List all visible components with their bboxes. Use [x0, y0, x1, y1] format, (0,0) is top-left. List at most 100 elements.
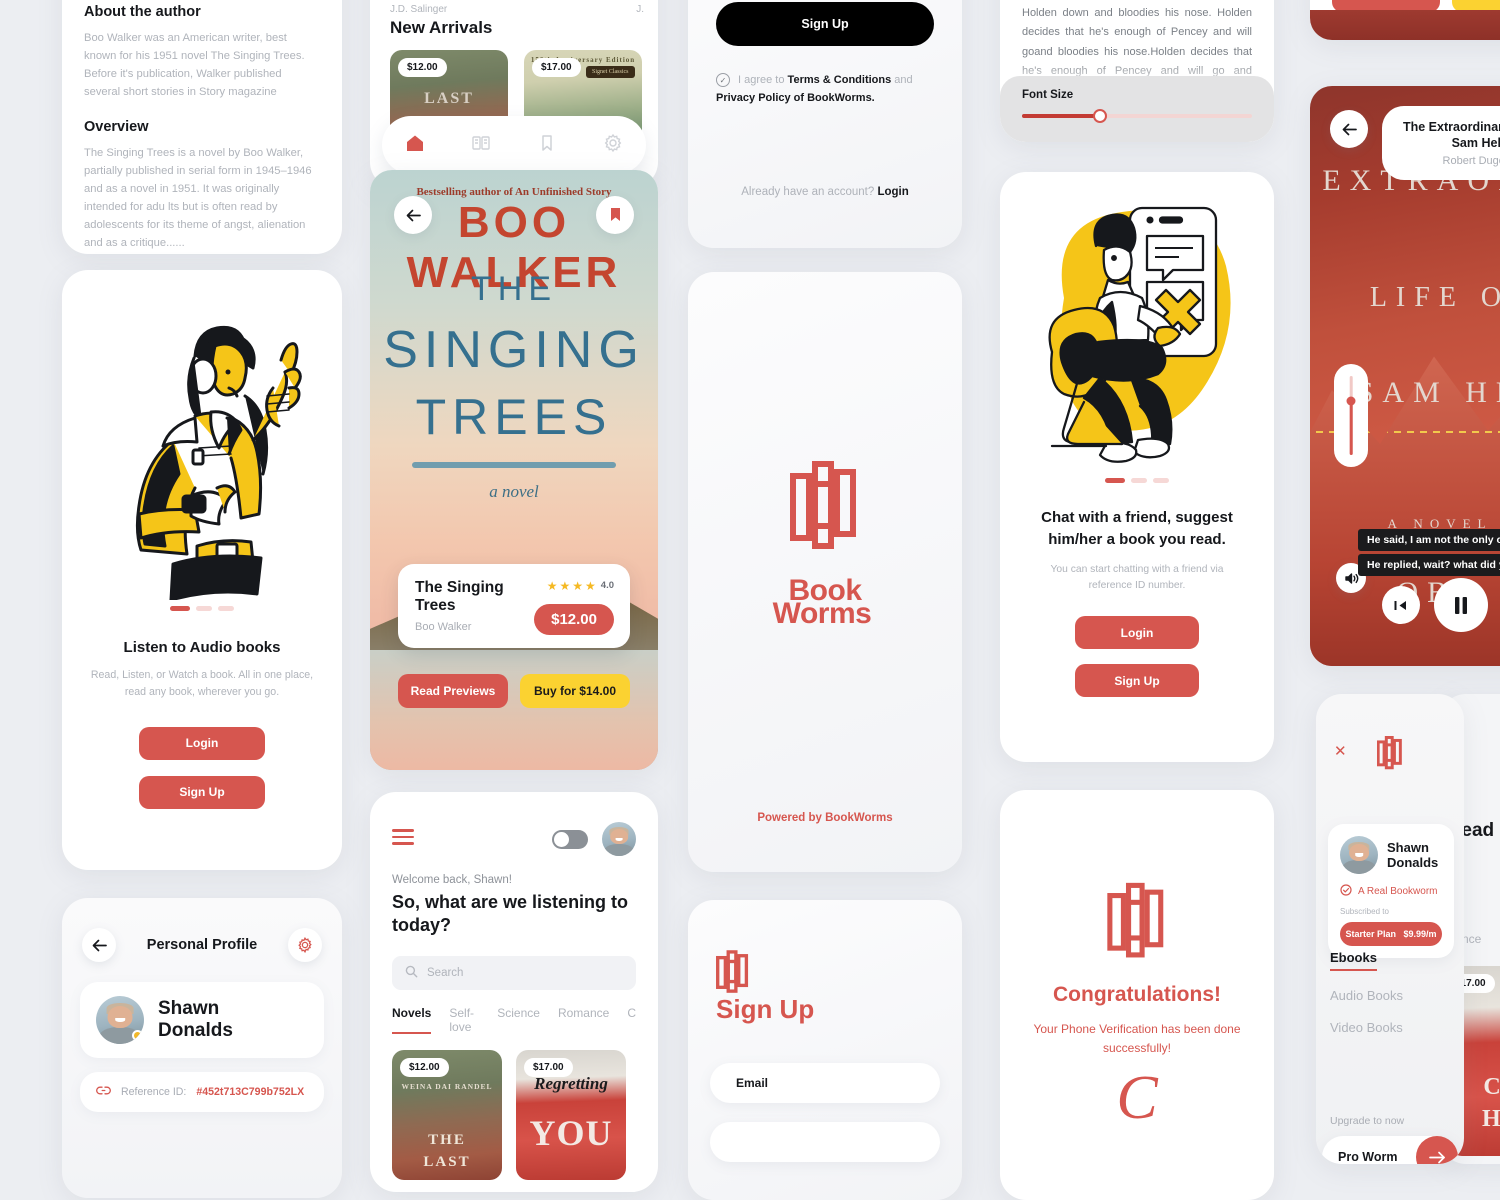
bookmark-icon[interactable]: [537, 133, 557, 158]
category-tabs[interactable]: Novels Self-love Science Romance C: [370, 990, 658, 1034]
buy-button[interactable]: Buy for $14.00: [520, 674, 630, 708]
personal-profile-card: Personal Profile Shawn Donalds Reference…: [62, 898, 342, 1198]
volume-knob[interactable]: [1346, 396, 1356, 406]
profile-name-line2: Donalds: [158, 1020, 233, 1041]
tab-science[interactable]: Science: [497, 1006, 540, 1034]
slider-knob[interactable]: [1093, 109, 1108, 123]
back-button[interactable]: [82, 928, 116, 962]
signup-agreement-card: Sign Up ✓ I agree to Terms & Conditions …: [688, 0, 962, 248]
tab-novels[interactable]: Novels: [392, 1006, 432, 1034]
new-arrivals-heading: New Arrivals: [390, 18, 493, 37]
congrats-script: C: [1116, 1064, 1158, 1133]
nav-item-ebooks[interactable]: Ebooks: [1330, 950, 1377, 971]
drawer-nav: Ebooks Audio Books Video Books: [1330, 949, 1403, 1052]
login-button[interactable]: Login: [139, 726, 265, 760]
pause-icon[interactable]: [1434, 578, 1488, 632]
upgrade-plan-name: Pro Worm: [1338, 1150, 1398, 1164]
book-badge: Signet Classics: [586, 66, 635, 78]
plan-pill[interactable]: Starter Plan $9.99/m: [1340, 922, 1442, 946]
drawer-user-name-line1: Shawn: [1387, 839, 1429, 855]
tab-self-love[interactable]: Self-love: [449, 1006, 479, 1034]
book-info-card: The Singing Trees Boo Walker ★ ★ ★ ★ 4.0…: [398, 563, 630, 648]
book-cover-title-2: LAST: [423, 1153, 471, 1170]
book-cover-title: Regretting: [534, 1073, 608, 1093]
signup-title: Sign Up: [716, 994, 815, 1024]
avatar[interactable]: [602, 822, 636, 856]
read-previews-button[interactable]: Read Previews: [398, 674, 508, 708]
cover-rule: [412, 462, 616, 468]
password-field[interactable]: [710, 1122, 940, 1162]
congrats-title: Congratulations!: [1053, 983, 1221, 1006]
star-icon: ★: [572, 578, 584, 593]
hamburger-icon[interactable]: [392, 829, 414, 848]
congratulations-card: Congratulations! Your Phone Verification…: [1000, 790, 1274, 1200]
cover-line-2: SINGING: [383, 321, 645, 379]
login-button[interactable]: Login: [1075, 616, 1199, 650]
wordmark-line2: Worms: [772, 597, 872, 631]
already-have-account: Already have an account? Login: [688, 186, 962, 198]
onboarding-chat-dots[interactable]: [1000, 478, 1274, 483]
bottom-tab-bar[interactable]: [382, 116, 646, 174]
agree-suffix: of BookWorms.: [790, 91, 875, 104]
reference-id-value: #452t713C799b752LX: [196, 1086, 305, 1098]
onboarding-chat-card: Chat with a friend, suggest him/her a bo…: [1000, 172, 1274, 762]
book-price: $17.00: [524, 1057, 573, 1077]
font-size-label: Font Size: [1022, 89, 1074, 101]
book-cover-author: WEINA DAI RANDEL: [401, 1081, 493, 1091]
about-author-heading: About the author: [84, 4, 201, 20]
login-link[interactable]: Login: [877, 186, 908, 198]
gear-icon[interactable]: [288, 928, 322, 962]
font-size-slider[interactable]: [1022, 109, 1252, 123]
book-shelf: WEINA DAI RANDEL THE LAST $12.00 Regrett…: [370, 1034, 658, 1180]
rocker-illustration: [62, 270, 342, 600]
plan-name: Starter Plan: [1345, 929, 1396, 939]
splash-card: Book Worms Powered by BookWorms: [688, 272, 962, 872]
profile-header: Personal Profile: [62, 898, 342, 962]
bookmark-button[interactable]: [596, 196, 634, 234]
player-book-title: The Extraordinary Life Of Sam Hell: [1402, 120, 1500, 151]
nav-item-video-books[interactable]: Video Books: [1330, 1020, 1403, 1035]
reference-id-row[interactable]: Reference ID: #452t713C799b752LX: [80, 1072, 324, 1112]
strip-cover-edge: [1310, 10, 1500, 40]
search-input[interactable]: Search: [392, 955, 636, 990]
onboarding-audio-card: Listen to Audio books Read, Listen, or W…: [62, 270, 342, 870]
book-cover[interactable]: Regretting YOU $17.00: [516, 1049, 626, 1180]
volume-slider[interactable]: [1334, 364, 1368, 467]
drawer-user-name-line2: Donalds: [1387, 855, 1439, 870]
link-icon: [96, 1085, 111, 1099]
terms-link[interactable]: Terms & Conditions: [788, 74, 892, 86]
tab-romance[interactable]: Romance: [558, 1006, 609, 1034]
tab-more[interactable]: C: [627, 1006, 636, 1034]
book-detail-card: Bestselling author of An Unfinished Stor…: [370, 170, 658, 770]
gear-icon[interactable]: [603, 133, 623, 158]
signup-button[interactable]: Sign Up: [1075, 664, 1199, 698]
book-price: $12.00: [398, 58, 447, 77]
home-icon[interactable]: [405, 133, 425, 158]
book-cover-title: LAST: [424, 90, 474, 107]
profile-name-card: Shawn Donalds: [80, 982, 324, 1058]
book-cover[interactable]: WEINA DAI RANDEL THE LAST $12.00: [392, 1049, 502, 1180]
rating-stars: ★ ★ ★ ★ 4.0: [547, 579, 614, 593]
arrow-right-icon[interactable]: [1416, 1136, 1458, 1164]
player-controls: [1382, 578, 1500, 632]
player-title-card: The Extraordinary Life Of Sam Hell Rober…: [1382, 106, 1500, 180]
nce-fragment: nce: [1462, 932, 1482, 946]
shelf-author-left: J.D. Salinger: [390, 4, 448, 15]
signup-button[interactable]: Sign Up: [139, 775, 265, 809]
signup-submit-button[interactable]: Sign Up: [716, 2, 934, 46]
home-card: Welcome back, Shawn! So, what are we lis…: [370, 792, 658, 1192]
email-field[interactable]: Email: [710, 1063, 940, 1103]
library-icon[interactable]: [471, 133, 491, 158]
privacy-link[interactable]: Privacy Policy: [716, 92, 791, 104]
upgrade-pill[interactable]: Pro Worm: [1322, 1136, 1458, 1164]
overview-text: The Singing Trees is a novel by Boo Walk…: [84, 146, 312, 250]
nav-item-audio-books[interactable]: Audio Books: [1330, 988, 1403, 1003]
onboarding-audio-dots[interactable]: [62, 606, 342, 611]
back-button[interactable]: [1330, 110, 1368, 148]
theme-toggle[interactable]: [552, 829, 588, 849]
back-button[interactable]: [394, 196, 432, 234]
caption-line-1: He said, I am not the only on: [1358, 529, 1500, 551]
onboarding-chat-title: Chat with a friend, suggest him/her a bo…: [1041, 509, 1233, 548]
rewind-icon[interactable]: [1382, 586, 1420, 624]
star-icon: ★: [585, 578, 596, 593]
